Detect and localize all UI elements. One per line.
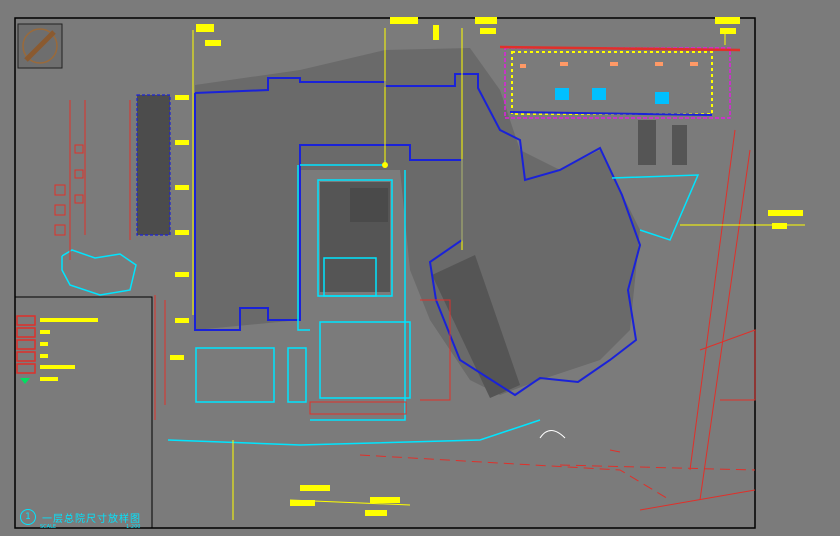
top-right-wing: [499, 45, 741, 119]
legend: [16, 315, 98, 384]
scale-row: SCALE 1:200: [40, 524, 140, 530]
drawing-number: 1: [20, 509, 36, 525]
cad-drawing-viewport[interactable]: 1 一层总院尺寸放样图 SCALE 1:200: [0, 0, 840, 536]
drawing-title-block: 1 一层总院尺寸放样图: [20, 509, 141, 525]
entrance-gate: [539, 430, 621, 453]
site-floor-plan: [14, 17, 805, 529]
scale-value: 1:200: [126, 524, 141, 530]
north-arrow-icon: [17, 23, 63, 69]
drawing-title: 一层总院尺寸放样图: [42, 513, 141, 525]
building-mass: [195, 48, 640, 395]
scale-label: SCALE: [40, 524, 57, 530]
